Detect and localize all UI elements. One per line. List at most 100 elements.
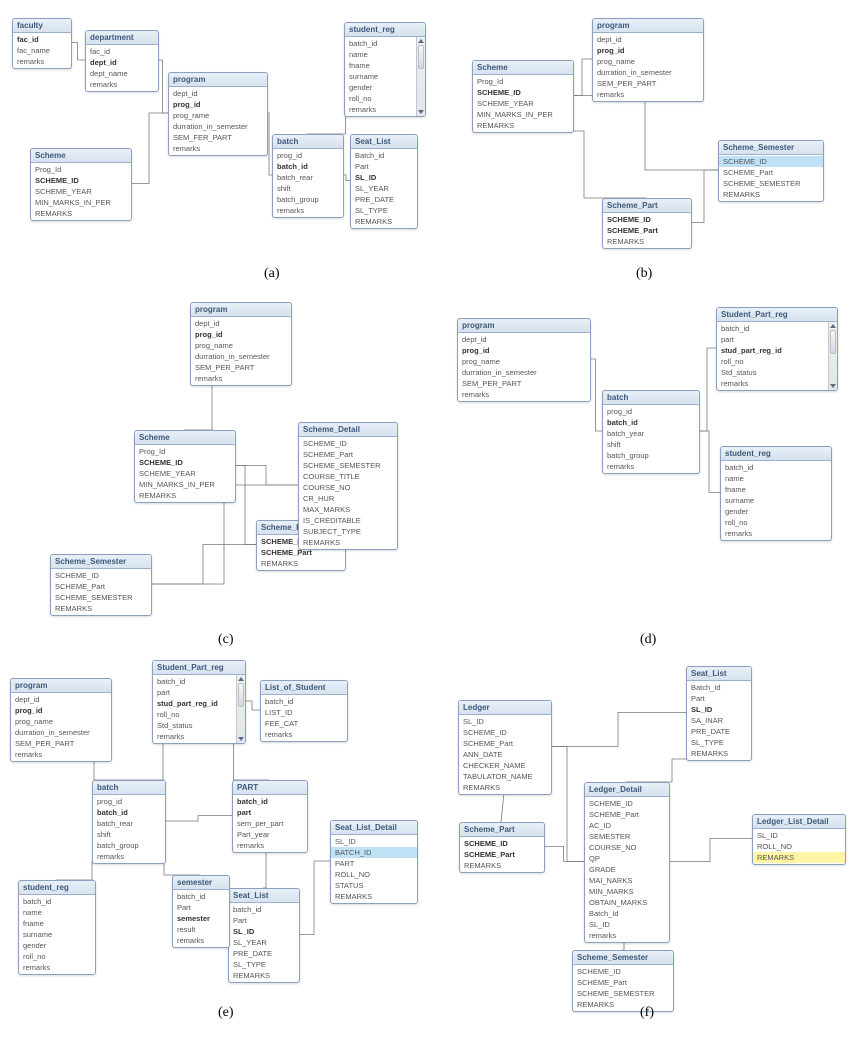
column[interactable]: semester (173, 913, 229, 924)
column[interactable]: surname (345, 71, 425, 82)
table-spb[interactable]: Scheme_PartSCHEME_IDSCHEME_PartREMARKS (602, 198, 692, 249)
column[interactable]: LIST_ID (261, 707, 347, 718)
table-spd[interactable]: Student_Part_regbatch_idpartstud_part_re… (716, 307, 838, 391)
column[interactable]: QP (585, 853, 669, 864)
column[interactable]: prog_id (458, 345, 590, 356)
table-ldf[interactable]: Ledger_DetailSCHEME_IDSCHEME_PartAC_IDSE… (584, 782, 670, 943)
column[interactable]: name (345, 49, 425, 60)
column[interactable]: SL_ID (753, 830, 845, 841)
column[interactable]: SCHEME_SEMESTER (573, 988, 673, 999)
column[interactable]: BATCH_ID (331, 847, 417, 858)
column[interactable]: PRE_DATE (687, 726, 751, 737)
column[interactable]: prog_id (11, 705, 111, 716)
table-srd[interactable]: student_regbatch_idnamefnamesurnamegende… (720, 446, 832, 541)
column[interactable]: SL_ID (585, 919, 669, 930)
column[interactable]: SCHEME_Part (573, 977, 673, 988)
column[interactable]: remarks (19, 962, 95, 973)
column[interactable]: SCHEME_YEAR (31, 186, 131, 197)
column[interactable]: SCHEME_Part (459, 738, 551, 749)
column[interactable]: prog_name (593, 56, 703, 67)
table-fa[interactable]: facultyfac_idfac_nameremarks (12, 18, 72, 69)
column[interactable]: batch_rear (273, 172, 343, 183)
column[interactable]: MIN_MARKS_IN_PER (473, 109, 573, 120)
column[interactable]: Part (229, 915, 299, 926)
column[interactable]: prog_id (191, 329, 291, 340)
column[interactable]: remarks (233, 840, 307, 851)
column[interactable]: durration_in_semester (458, 367, 590, 378)
column[interactable]: REMARKS (257, 558, 345, 569)
scrollbar[interactable] (828, 322, 837, 390)
column[interactable]: dept_id (11, 694, 111, 705)
column[interactable]: remarks (191, 373, 291, 384)
column[interactable]: SL_TYPE (351, 205, 417, 216)
column[interactable]: SL_ID (351, 172, 417, 183)
column[interactable]: batch_id (261, 696, 347, 707)
column[interactable]: SL_ID (331, 836, 417, 847)
column[interactable]: MAX_MARKS (299, 504, 397, 515)
column[interactable]: CR_HUR (299, 493, 397, 504)
table-sl[interactable]: Seat_ListBatch_idPartSL_IDSL_YEARPRE_DAT… (350, 134, 418, 229)
column[interactable]: SCHEME_ID (460, 838, 544, 849)
table-scc[interactable]: SchemeProg_IdSCHEME_IDSCHEME_YEARMIN_MAR… (134, 430, 236, 503)
column[interactable]: surname (19, 929, 95, 940)
column[interactable]: dept_name (86, 68, 158, 79)
column[interactable]: prog_id (93, 796, 165, 807)
column[interactable]: SUBJECT_TYPE (299, 526, 397, 537)
column[interactable]: roll_no (345, 93, 425, 104)
column[interactable]: remarks (273, 205, 343, 216)
column[interactable]: COURSE_TITLE (299, 471, 397, 482)
column[interactable]: name (19, 907, 95, 918)
column[interactable]: stud_part_reg_id (153, 698, 245, 709)
column[interactable]: COURSE_NO (299, 482, 397, 493)
column[interactable]: prog_rame (169, 110, 267, 121)
column[interactable]: roll_no (153, 709, 245, 720)
column[interactable]: SCHEME_ID (459, 727, 551, 738)
table-lse[interactable]: List_of_Studentbatch_idLIST_IDFEE_CATrem… (260, 680, 348, 742)
column[interactable]: MAI_NARKS (585, 875, 669, 886)
column[interactable]: PART (331, 858, 417, 869)
column[interactable]: durration_in_semester (169, 121, 267, 132)
column[interactable]: gender (345, 82, 425, 93)
column[interactable]: SL_TYPE (687, 737, 751, 748)
column[interactable]: gender (19, 940, 95, 951)
table-de[interactable]: departmentfac_iddept_iddept_nameremarks (85, 30, 159, 92)
column[interactable]: OBTAIN_MARKS (585, 897, 669, 908)
column[interactable]: SCHEME_YEAR (135, 468, 235, 479)
column[interactable]: remarks (458, 389, 590, 400)
column[interactable]: stud_part_reg_id (717, 345, 837, 356)
column[interactable]: SEM_PER_PART (458, 378, 590, 389)
column[interactable]: fname (721, 484, 831, 495)
table-slde[interactable]: Seat_List_DetailSL_IDBATCH_IDPARTROLL_NO… (330, 820, 418, 904)
column[interactable]: shift (273, 183, 343, 194)
column[interactable]: MIN_MARKS_IN_PER (135, 479, 235, 490)
column[interactable]: SL_YEAR (229, 937, 299, 948)
column[interactable]: SCHEME_ID (573, 966, 673, 977)
column[interactable]: remarks (261, 729, 347, 740)
column[interactable]: SL_TYPE (229, 959, 299, 970)
column[interactable]: Batch_Id (687, 682, 751, 693)
column[interactable]: SCHEME_Part (299, 449, 397, 460)
column[interactable]: SEM_PER_PART (11, 738, 111, 749)
column[interactable]: FEE_CAT (261, 718, 347, 729)
table-ba[interactable]: batchprog_idbatch_idbatch_rearshiftbatch… (272, 134, 344, 218)
column[interactable]: remarks (173, 935, 229, 946)
column[interactable]: batch_id (273, 161, 343, 172)
column[interactable]: GRADE (585, 864, 669, 875)
table-slf[interactable]: Seat_ListBatch_IdPartSL_IDSA_INARPRE_DAT… (686, 666, 752, 761)
column[interactable]: REMARKS (351, 216, 417, 227)
column[interactable]: Part (687, 693, 751, 704)
column[interactable]: dept_id (458, 334, 590, 345)
column[interactable]: Batch_id (351, 150, 417, 161)
table-bd[interactable]: batchprog_idbatch_idbatch_yearshiftbatch… (602, 390, 700, 474)
column[interactable]: IS_CREDITABLE (299, 515, 397, 526)
column[interactable]: batch_rear (93, 818, 165, 829)
column[interactable]: remarks (169, 143, 267, 154)
scroll-up-icon[interactable] (237, 675, 245, 683)
column[interactable]: dept_id (86, 57, 158, 68)
column[interactable]: SCHEME_SEMESTER (719, 178, 823, 189)
column[interactable]: remarks (153, 731, 245, 742)
table-sme[interactable]: semesterbatch_idPartsemesterresultremark… (172, 875, 230, 948)
column[interactable]: batch_id (229, 904, 299, 915)
scrollbar[interactable] (236, 675, 245, 743)
column[interactable]: roll_no (721, 517, 831, 528)
